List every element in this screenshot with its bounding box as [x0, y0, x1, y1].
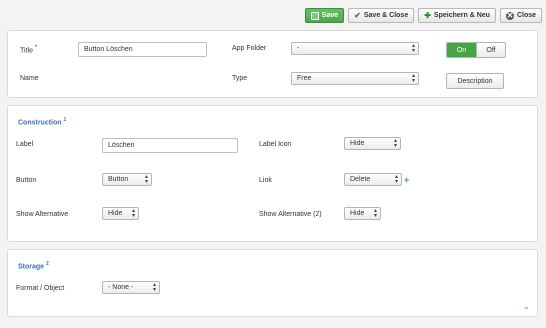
app-folder-label: App Folder	[232, 45, 267, 52]
label-icon-value: Hide	[350, 140, 365, 147]
published-toggle: On Off	[446, 42, 506, 58]
construction-badge: 1	[63, 117, 67, 123]
description-button[interactable]: Description	[446, 73, 504, 89]
select-arrows-icon: ▴ ▾	[394, 174, 398, 185]
save-close-button[interactable]: ✔ Save & Close	[348, 8, 415, 23]
save-button[interactable]: Save	[304, 8, 345, 23]
link-label: Link	[259, 177, 272, 184]
select-arrows-icon: ▴ ▾	[373, 208, 377, 219]
show-alternative-2-value: Hide	[350, 210, 365, 217]
add-link-icon[interactable]: +	[404, 175, 409, 185]
select-arrows-icon: ▴ ▾	[411, 43, 415, 54]
toggle-on[interactable]: On	[447, 43, 476, 57]
select-arrows-icon: ▴ ▾	[393, 138, 397, 149]
title-label-text: Title	[20, 47, 33, 55]
type-value: Free	[297, 75, 312, 82]
select-arrows-icon: ▴ ▾	[131, 208, 135, 219]
label-input[interactable]: Löschen	[102, 138, 238, 153]
check-icon: ✔	[354, 11, 361, 20]
close-label: Close	[516, 12, 536, 19]
label-icon-select[interactable]: Hide ▴ ▾	[344, 137, 401, 150]
show-alternative-2-label: Show Alternative (2)	[259, 211, 322, 218]
required-marker: *	[34, 45, 38, 51]
storage-panel: Storage 2 Format / Object - None - ▴ ▾ ⌄	[7, 249, 538, 317]
show-alternative-2-select[interactable]: Hide ▴ ▾	[344, 207, 381, 220]
storage-title-text: Storage	[18, 263, 45, 271]
app-folder-select[interactable]: - ▴ ▾	[291, 42, 419, 55]
storage-title: Storage 2	[18, 261, 49, 270]
close-button[interactable]: ✕ Close	[499, 8, 542, 23]
toolbar: Save ✔ Save & Close ✚ Speichern & Neu ✕ …	[304, 8, 542, 23]
label-label: Label	[16, 141, 34, 148]
button-label: Button	[16, 177, 37, 184]
save-new-label: Speichern & Neu	[433, 12, 490, 19]
toggle-off[interactable]: Off	[476, 43, 505, 57]
save-icon	[310, 11, 319, 20]
show-alternative-select[interactable]: Hide ▴ ▾	[102, 207, 139, 220]
title-label: Title *	[20, 45, 37, 54]
type-select[interactable]: Free ▴ ▾	[291, 72, 419, 85]
type-label: Type	[232, 75, 248, 82]
format-object-select[interactable]: - None - ▴ ▾	[102, 281, 160, 294]
save-label: Save	[321, 12, 339, 19]
select-arrows-icon: ▴ ▾	[144, 174, 148, 185]
label-icon-label: Label Icon	[259, 141, 292, 148]
chevron-down-icon[interactable]: ⌄	[523, 302, 530, 311]
plus-icon: ✚	[424, 11, 431, 20]
close-icon: ✕	[505, 11, 514, 20]
button-select[interactable]: Button ▴ ▾	[102, 173, 152, 186]
show-alternative-label: Show Alternative	[16, 211, 69, 218]
save-new-button[interactable]: ✚ Speichern & Neu	[418, 8, 496, 23]
save-close-label: Save & Close	[363, 12, 409, 19]
link-value: Delete	[350, 176, 371, 183]
storage-badge: 2	[46, 261, 49, 267]
select-arrows-icon: ▴ ▾	[152, 282, 156, 293]
construction-title: Construction 1	[18, 117, 66, 126]
name-label: Name	[20, 75, 39, 82]
format-object-label: Format / Object	[16, 285, 65, 292]
construction-panel: Construction 1 Label Löschen Label Icon …	[7, 105, 538, 242]
show-alternative-value: Hide	[108, 210, 123, 217]
link-select[interactable]: Delete ▴ ▾	[344, 173, 402, 186]
select-arrows-icon: ▴ ▾	[411, 73, 415, 84]
construction-title-text: Construction	[18, 119, 62, 127]
app-folder-prefix: -	[297, 45, 300, 52]
general-panel: Title * Button Löschen App Folder - ▴ ▾ O…	[7, 30, 538, 98]
button-value: Button	[108, 176, 129, 183]
title-input[interactable]: Button Löschen	[78, 42, 207, 57]
format-object-value: - None -	[108, 284, 134, 291]
